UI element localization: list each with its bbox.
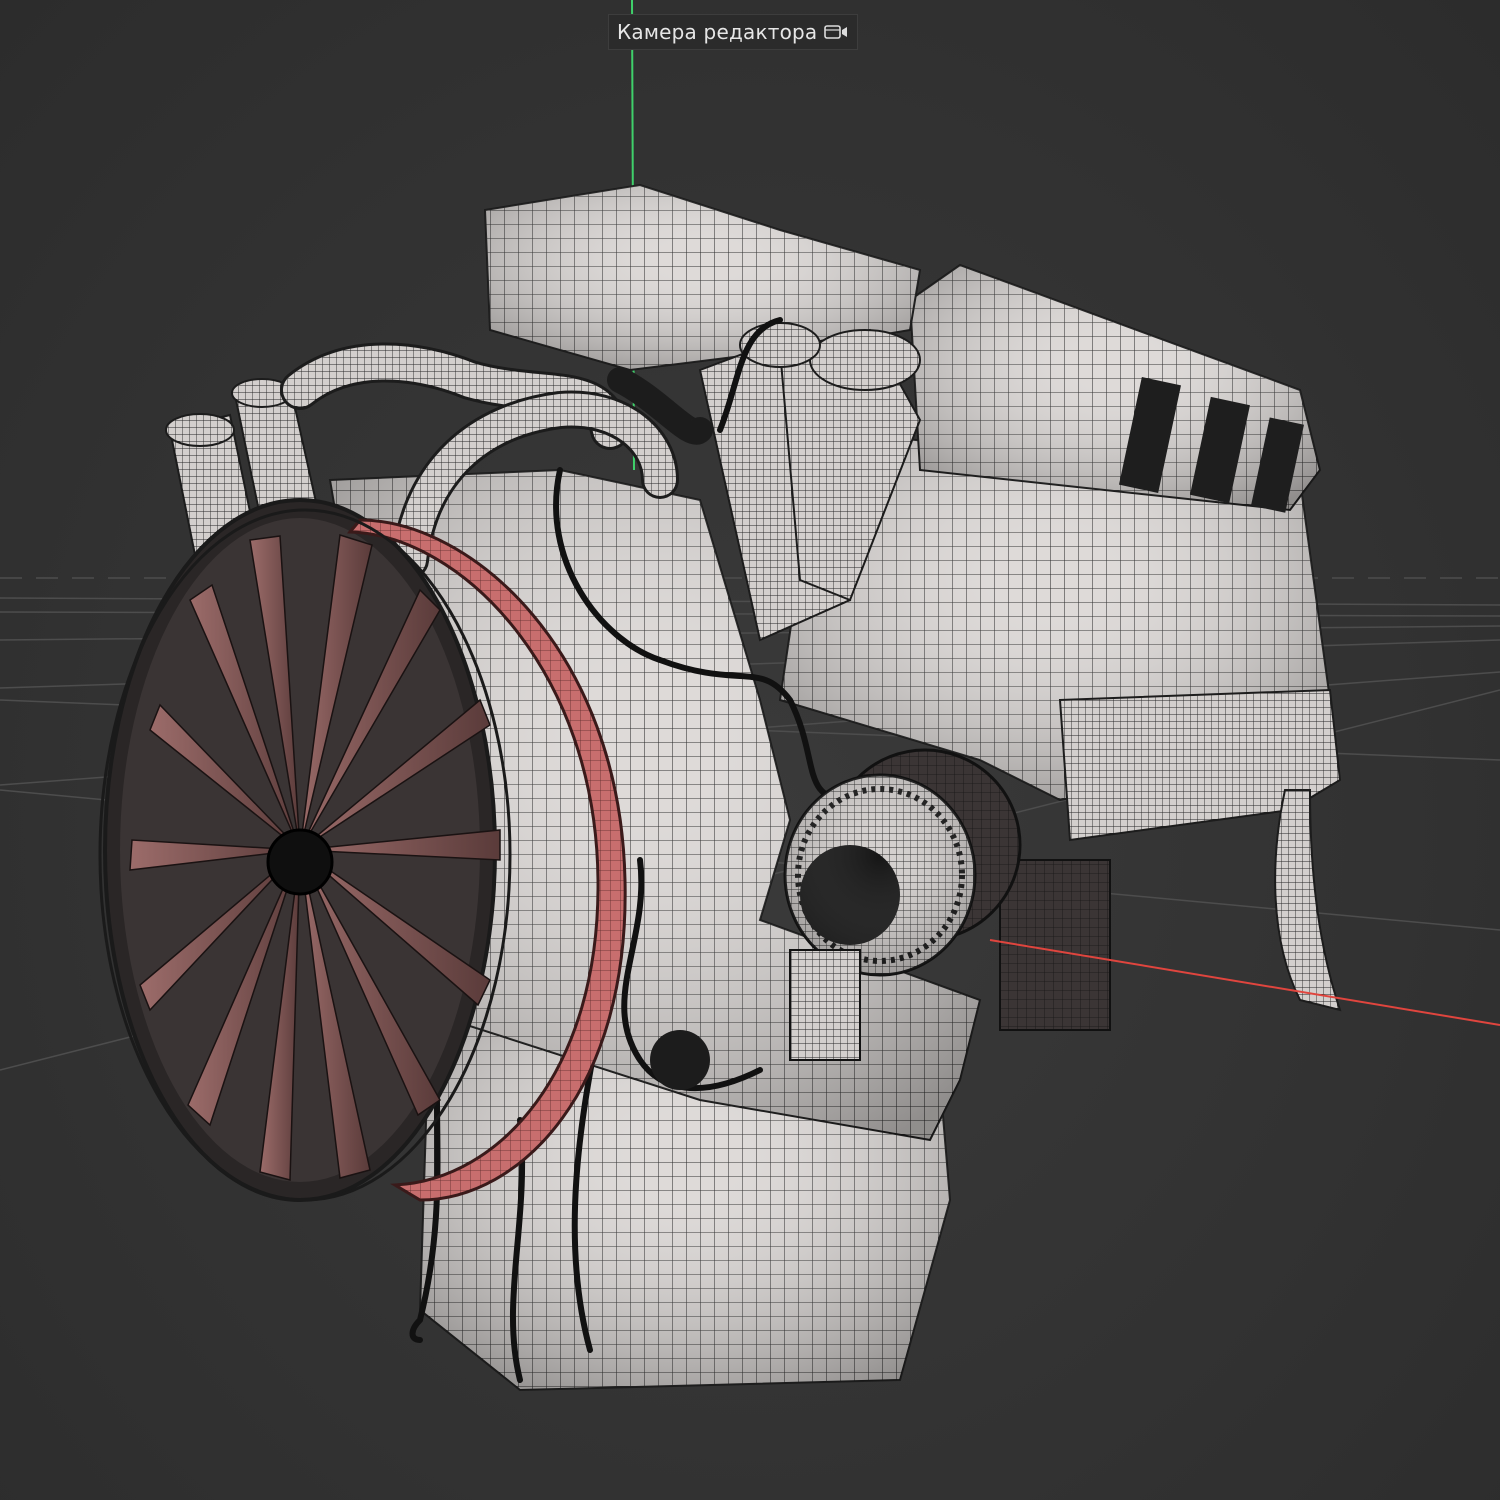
drain-pipe[interactable] — [1274, 789, 1342, 1012]
camera-icon — [823, 22, 849, 42]
scene-canvas[interactable] — [0, 0, 1500, 1500]
fan-hub — [266, 828, 334, 896]
cylinder-head-right[interactable] — [908, 263, 1322, 513]
camera-label-text: Камера редактора — [617, 20, 818, 44]
3d-viewport[interactable]: Камера редактора — [0, 0, 1500, 1500]
editor-camera-selector[interactable]: Камера редактора — [608, 14, 859, 50]
